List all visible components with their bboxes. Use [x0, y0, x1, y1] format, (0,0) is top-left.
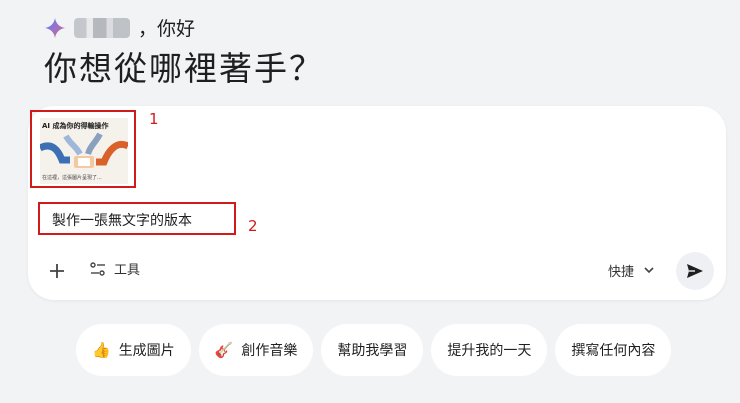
- chip-label: 提升我的一天: [447, 343, 532, 359]
- chip-generate-image[interactable]: 👍 生成圖片: [76, 324, 191, 376]
- chip-label: 幫助我學習: [337, 343, 408, 359]
- chip-label: 生成圖片: [118, 343, 175, 359]
- plus-icon: [50, 264, 64, 278]
- chip-label: 創作音樂: [241, 343, 298, 359]
- tools-label: 工具: [114, 263, 141, 278]
- add-attachment-button[interactable]: [42, 256, 72, 286]
- attachment-highlight: AI 成為你的得輸操作 在這裡，這張圖片呈現了...: [30, 110, 136, 188]
- attachment-thumbnail[interactable]: AI 成為你的得輸操作 在這裡，這張圖片呈現了...: [40, 118, 128, 184]
- banana-icon: 👍: [92, 341, 111, 359]
- blurred-user-name: [74, 17, 130, 38]
- chip-label: 撰寫任何內容: [571, 343, 656, 359]
- prompt-highlight: 製作一張無文字的版本: [38, 202, 236, 235]
- model-mode-selector[interactable]: 快捷: [608, 261, 654, 280]
- annotation-number-1: 1: [149, 110, 159, 128]
- chevron-down-icon: [644, 267, 654, 274]
- tools-sliders-icon: [90, 261, 105, 276]
- chip-boost-my-day[interactable]: 提升我的一天: [431, 324, 548, 376]
- prompt-input[interactable]: 製作一張無文字的版本: [52, 210, 192, 230]
- chip-help-me-learn[interactable]: 幫助我學習: [321, 324, 424, 376]
- chip-write-anything[interactable]: 撰寫任何內容: [555, 324, 672, 376]
- page-title: 你想從哪裡著手？: [44, 49, 324, 88]
- prompt-composer: AI 成為你的得輸操作 在這裡，這張圖片呈現了... 1 製作一張無文字的版本 …: [28, 106, 726, 300]
- chip-create-music[interactable]: 🎸 創作音樂: [198, 324, 314, 376]
- suggestion-chips: 👍 生成圖片 🎸 創作音樂 幫助我學習 提升我的一天 撰寫任何內容: [76, 324, 672, 376]
- send-icon: [687, 264, 703, 278]
- guitar-icon: 🎸: [214, 341, 234, 359]
- mode-label: 快捷: [608, 265, 635, 280]
- send-button[interactable]: [676, 252, 714, 290]
- tools-button[interactable]: 工具: [90, 259, 140, 278]
- annotation-number-2: 2: [248, 217, 258, 235]
- thumbnail-caption: 在這裡，這張圖片呈現了...: [42, 175, 102, 181]
- greeting-suffix: ，你好: [138, 18, 196, 40]
- thumbnail-title: AI 成為你的得輸操作: [42, 122, 109, 130]
- greeting: ，你好: [44, 14, 195, 41]
- gemini-spark-icon: [44, 17, 66, 38]
